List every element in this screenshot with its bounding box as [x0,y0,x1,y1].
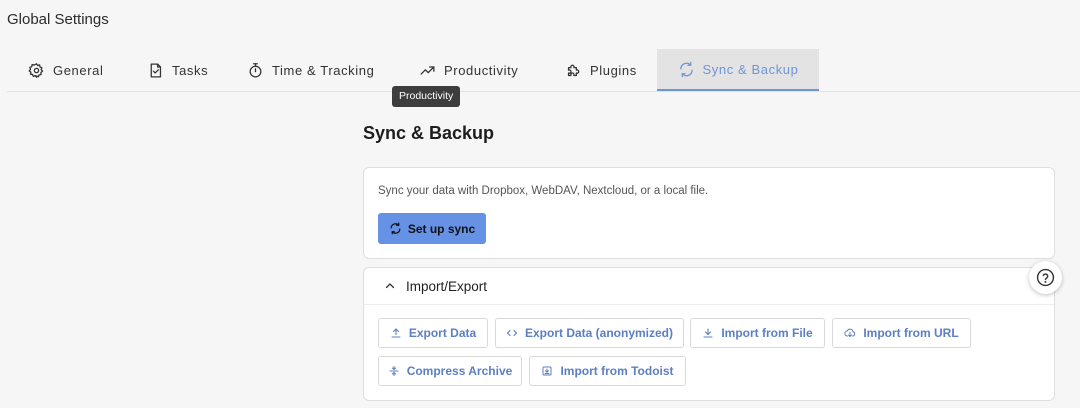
chevron-up-icon [385,283,395,289]
tab-time-tracking[interactable]: Time & Tracking [247,49,374,91]
import-from-file-button[interactable]: Import from File [690,318,825,348]
import-export-header[interactable]: Import/Export [364,268,1054,305]
button-label: Import from Todoist [560,364,674,378]
settings-tab-bar: General Tasks Time & Tracking Productivi… [7,49,1080,92]
button-label: Export Data [408,326,477,340]
help-button[interactable] [1029,261,1062,294]
compress-archive-button[interactable]: Compress Archive [378,356,522,386]
export-data-anonymized-button[interactable]: Export Data (anonymized) [495,318,684,348]
tab-label: Sync & Backup [702,61,799,77]
trending-up-icon [420,65,435,75]
cloud-download-icon [844,328,856,337]
code-icon [506,329,518,337]
button-label: Import from File [721,326,813,340]
tab-label: Tasks [172,62,209,78]
download-icon [703,328,713,338]
tab-productivity[interactable]: Productivity [419,49,518,91]
sync-icon [390,222,401,235]
import-export-card: Import/Export Export Data Export Data (a… [363,267,1055,401]
tab-label: Plugins [590,62,637,78]
tab-sync-backup[interactable]: Sync & Backup [657,49,819,91]
tab-label: Time & Tracking [272,62,375,78]
sync-card: Sync your data with Dropbox, WebDAV, Nex… [363,167,1055,259]
import-from-todoist-button[interactable]: Import from Todoist [529,356,686,386]
import-box-icon [542,366,552,376]
page-title: Global Settings [7,11,109,28]
button-label: Compress Archive [406,364,513,378]
compress-icon [389,365,399,377]
stopwatch-icon [249,62,262,78]
gear-icon [28,62,44,78]
tab-label: General [53,62,104,78]
help-circle-icon [1036,268,1055,287]
task-check-icon [150,62,162,78]
tab-label: Productivity [444,62,519,78]
puzzle-icon [567,64,580,76]
sync-icon [679,61,693,77]
tooltip: Productivity [392,86,461,107]
button-label: Export Data (anonymized) [524,326,674,340]
setup-sync-button[interactable]: Set up sync [378,213,486,244]
setup-sync-label: Set up sync [407,221,476,236]
button-label: Import from URL [863,326,959,340]
import-export-title: Import/Export [406,278,488,294]
sync-description: Sync your data with Dropbox, WebDAV, Nex… [378,185,709,197]
import-from-url-button[interactable]: Import from URL [832,318,971,348]
tab-general[interactable]: General [28,49,103,91]
upload-icon [391,328,401,338]
tab-plugins[interactable]: Plugins [565,49,637,91]
export-data-button[interactable]: Export Data [378,318,488,348]
section-title: Sync & Backup [363,123,495,143]
tab-tasks[interactable]: Tasks [147,49,208,91]
